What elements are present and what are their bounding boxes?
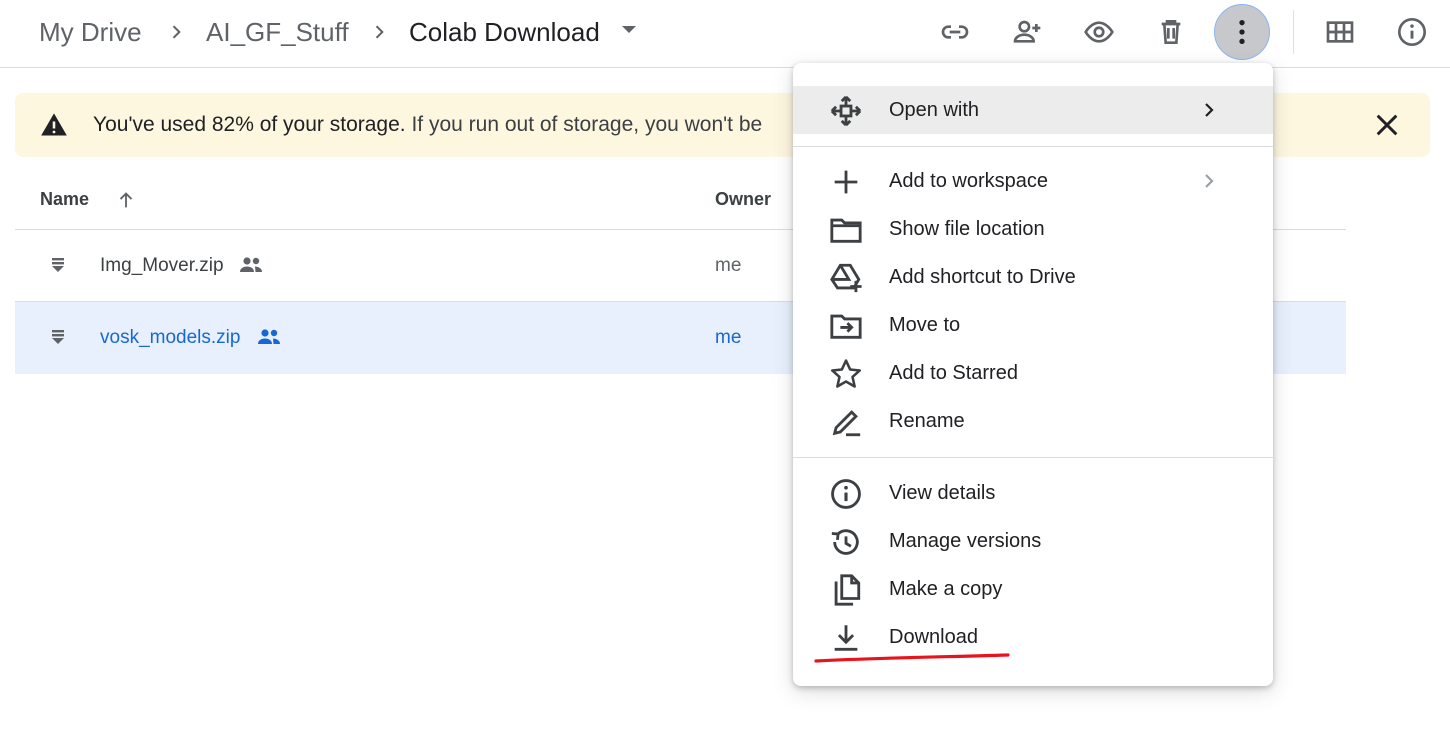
menu-label: Add shortcut to Drive (889, 266, 1076, 288)
preview-button[interactable] (1071, 4, 1127, 60)
breadcrumb-ai-gf-stuff[interactable]: AI_GF_Stuff (206, 14, 349, 50)
annotation-underline (814, 653, 1010, 663)
plus-icon (834, 170, 858, 194)
menu-item-manage-versions[interactable]: Manage versions (793, 517, 1273, 565)
zip-file-icon (52, 330, 64, 344)
file-name: Img_Mover.zip (100, 255, 224, 276)
menu-item-add-to-starred[interactable]: Add to Starred (793, 349, 1273, 397)
grid-view-icon (1326, 21, 1354, 43)
toolbar-divider (1293, 10, 1294, 54)
copy-icon (834, 574, 861, 606)
menu-label: View details (889, 482, 996, 504)
top-bar: My Drive AI_GF_Stuff Colab Download (0, 0, 1450, 68)
chevron-right-icon (375, 25, 384, 39)
menu-item-make-a-copy[interactable]: Make a copy (793, 565, 1273, 613)
rename-icon (832, 410, 861, 437)
menu-item-view-details[interactable]: View details (793, 469, 1273, 517)
view-details-button[interactable] (1384, 4, 1440, 60)
copy-link-button[interactable] (927, 4, 983, 60)
storage-warning-detail: If you run out of storage, you won't be (411, 113, 763, 136)
menu-divider (793, 457, 1273, 458)
shared-icon (240, 257, 262, 272)
share-button[interactable] (999, 4, 1055, 60)
move-to-icon (830, 314, 862, 339)
menu-label: Add to Starred (889, 362, 1018, 384)
more-vert-icon (1239, 20, 1245, 44)
menu-item-move-to[interactable]: Move to (793, 301, 1273, 349)
menu-label: Move to (889, 314, 961, 336)
menu-item-rename[interactable]: Rename (793, 397, 1273, 445)
menu-label: Rename (889, 410, 965, 432)
menu-label: Add to workspace (889, 170, 1048, 192)
chevron-right-icon (172, 25, 181, 39)
share-icon (1013, 20, 1041, 43)
menu-item-open-with[interactable]: Open with (793, 86, 1273, 134)
folder-icon (830, 218, 862, 243)
star-icon (830, 359, 862, 388)
preview-icon (1084, 21, 1114, 43)
history-icon (831, 529, 859, 555)
chevron-right-icon (1205, 103, 1214, 117)
warning-icon (41, 113, 67, 136)
name-column-header[interactable]: Name (40, 189, 89, 210)
chevron-right-icon (1205, 174, 1214, 188)
link-icon (941, 25, 969, 39)
file-owner: me (715, 327, 742, 348)
breadcrumb-colab-download[interactable]: Colab Download (409, 14, 600, 50)
owner-column-header[interactable]: Owner (715, 189, 771, 210)
caret-down-icon[interactable] (622, 26, 636, 33)
shared-icon (258, 329, 280, 344)
info-icon (831, 479, 861, 509)
menu-item-add-shortcut[interactable]: Add shortcut to Drive (793, 253, 1273, 301)
zip-file-icon (52, 258, 64, 272)
remove-button[interactable] (1143, 4, 1199, 60)
file-name: vosk_models.zip (100, 327, 241, 348)
more-actions-button[interactable] (1214, 4, 1270, 60)
menu-label: Download (889, 626, 978, 648)
context-menu: Open with Add to workspace Show file loc… (793, 63, 1273, 686)
menu-label: Show file location (889, 218, 1045, 240)
file-owner: me (715, 255, 742, 276)
info-icon (1398, 18, 1426, 46)
arrow-up-icon[interactable] (115, 188, 137, 212)
close-icon[interactable] (1371, 109, 1403, 141)
menu-label: Make a copy (889, 578, 1003, 600)
menu-label: Open with (889, 99, 980, 121)
open-with-icon (830, 95, 862, 127)
storage-warning-text: You've used 82% of your storage. If you … (93, 111, 762, 139)
menu-item-show-file-location[interactable]: Show file location (793, 205, 1273, 253)
breadcrumb-my-drive[interactable]: My Drive (39, 14, 142, 50)
add-shortcut-icon (830, 263, 862, 293)
menu-item-add-to-workspace[interactable]: Add to workspace (793, 157, 1273, 205)
trash-icon (1161, 20, 1181, 44)
menu-divider (793, 146, 1273, 147)
menu-label: Manage versions (889, 530, 1042, 552)
storage-warning-bold: You've used 82% of your storage. (93, 113, 406, 136)
grid-view-button[interactable] (1312, 4, 1368, 60)
